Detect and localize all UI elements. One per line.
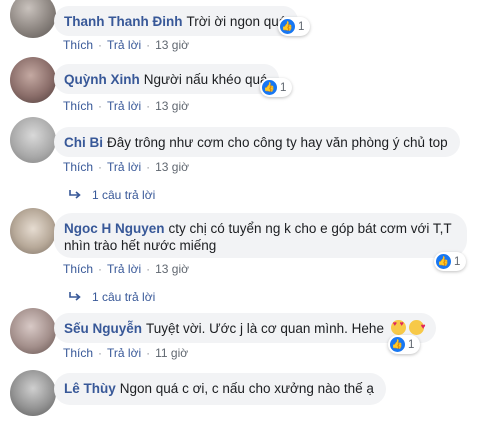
reply-button[interactable]: Trả lời: [107, 262, 141, 276]
comment-bubble: Sếu Nguyễn Tuyệt vời. Ước j là cơ quan mì…: [54, 313, 437, 343]
separator: ·: [146, 160, 151, 174]
like-reaction-icon: 👍: [262, 80, 277, 95]
separator: ·: [98, 38, 103, 52]
commenter-name[interactable]: Lê Thùy: [64, 381, 116, 396]
reply-button[interactable]: Trả lời: [107, 99, 141, 113]
avatar[interactable]: [10, 208, 56, 254]
comment-actions: Thích · Trả lời · 13 giờ: [63, 99, 189, 113]
comment-actions: Thích · Trả lời · 13 giờ: [63, 38, 189, 52]
comment-actions: Thích · Trả lời · 11 giờ: [63, 346, 188, 360]
like-button[interactable]: Thích: [63, 346, 93, 360]
comment-text-continued: nhìn trào hết nước miếng: [64, 238, 217, 253]
timestamp[interactable]: 13 giờ: [155, 38, 189, 52]
commenter-name[interactable]: Ngoc H Nguyen: [64, 221, 165, 236]
comment-bubble: Chi Bi Đây trông như cơm cho công ty hay …: [54, 127, 460, 157]
like-button[interactable]: Thích: [63, 262, 93, 276]
reaction-count[interactable]: 👍 1: [260, 78, 293, 97]
heart-eyes-emoji-icon: [390, 320, 406, 335]
reaction-number: 1: [298, 20, 305, 33]
separator: ·: [146, 99, 151, 113]
comment-text: Ngon quá c ơi, c nấu cho xưởng nào thế ạ: [119, 381, 374, 396]
timestamp[interactable]: 13 giờ: [155, 99, 189, 113]
like-reaction-icon: 👍: [280, 19, 295, 34]
comment-bubble: Thanh Thanh Đinh Trời ời ngon quá: [54, 6, 299, 36]
timestamp[interactable]: 13 giờ: [155, 160, 189, 174]
reaction-number: 1: [280, 81, 287, 94]
commenter-name[interactable]: Thanh Thanh Đinh: [64, 14, 182, 29]
comment-text: cty chị có tuyển ng k cho e góp bát cơm …: [168, 221, 452, 236]
separator: ·: [98, 99, 103, 113]
reaction-count[interactable]: 👍 1: [278, 17, 311, 36]
avatar[interactable]: [10, 57, 56, 103]
view-replies-link[interactable]: 1 câu trả lời: [68, 290, 155, 304]
comment-bubble: Ngoc H Nguyen cty chị có tuyển ng k cho e…: [54, 213, 467, 258]
reply-button[interactable]: Trả lời: [107, 160, 141, 174]
comment-actions: Thích · Trả lời · 13 giờ: [63, 160, 189, 174]
reply-arrow-icon: [68, 291, 82, 303]
commenter-name[interactable]: Chi Bi: [64, 135, 103, 150]
replies-count[interactable]: 1 câu trả lời: [92, 290, 155, 304]
like-reaction-icon: 👍: [390, 337, 405, 352]
reaction-count[interactable]: 👍 1: [388, 335, 421, 354]
separator: ·: [98, 262, 103, 276]
kiss-emoji-icon: [409, 318, 425, 335]
comment-text: Trời ời ngon quá: [186, 14, 287, 29]
reply-arrow-icon: [68, 189, 82, 201]
reply-button[interactable]: Trả lời: [107, 346, 141, 360]
reply-button[interactable]: Trả lời: [107, 38, 141, 52]
like-button[interactable]: Thích: [63, 99, 93, 113]
timestamp[interactable]: 11 giờ: [155, 346, 188, 360]
commenter-name[interactable]: Sếu Nguyễn: [64, 321, 142, 336]
comment-text: Đây trông như cơm cho công ty hay văn ph…: [107, 135, 448, 150]
separator: ·: [146, 38, 151, 52]
separator: ·: [98, 346, 103, 360]
avatar[interactable]: [10, 370, 56, 416]
like-reaction-icon: 👍: [436, 254, 451, 269]
separator: ·: [98, 160, 103, 174]
comment-actions: Thích · Trả lời · 13 giờ: [63, 262, 189, 276]
reaction-number: 1: [454, 255, 461, 268]
comment-bubble: Lê Thùy Ngon quá c ơi, c nấu cho xưởng nà…: [54, 373, 386, 405]
reaction-number: 1: [408, 338, 415, 351]
reaction-count[interactable]: 👍 1: [434, 252, 467, 271]
comment-bubble: Quỳnh Xinh Người nấu khéo quá: [54, 64, 280, 94]
avatar[interactable]: [10, 0, 56, 38]
comment-text: Người nấu khéo quá: [143, 72, 268, 87]
view-replies-link[interactable]: 1 câu trả lời: [68, 188, 155, 202]
avatar[interactable]: [10, 117, 56, 163]
separator: ·: [146, 262, 151, 276]
replies-count[interactable]: 1 câu trả lời: [92, 188, 155, 202]
like-button[interactable]: Thích: [63, 160, 93, 174]
separator: ·: [146, 346, 151, 360]
comment-text: Tuyệt vời. Ước j là cơ quan mình. Hehe: [146, 321, 384, 336]
timestamp[interactable]: 13 giờ: [155, 262, 189, 276]
like-button[interactable]: Thích: [63, 38, 93, 52]
avatar[interactable]: [10, 308, 56, 354]
commenter-name[interactable]: Quỳnh Xinh: [64, 72, 140, 87]
